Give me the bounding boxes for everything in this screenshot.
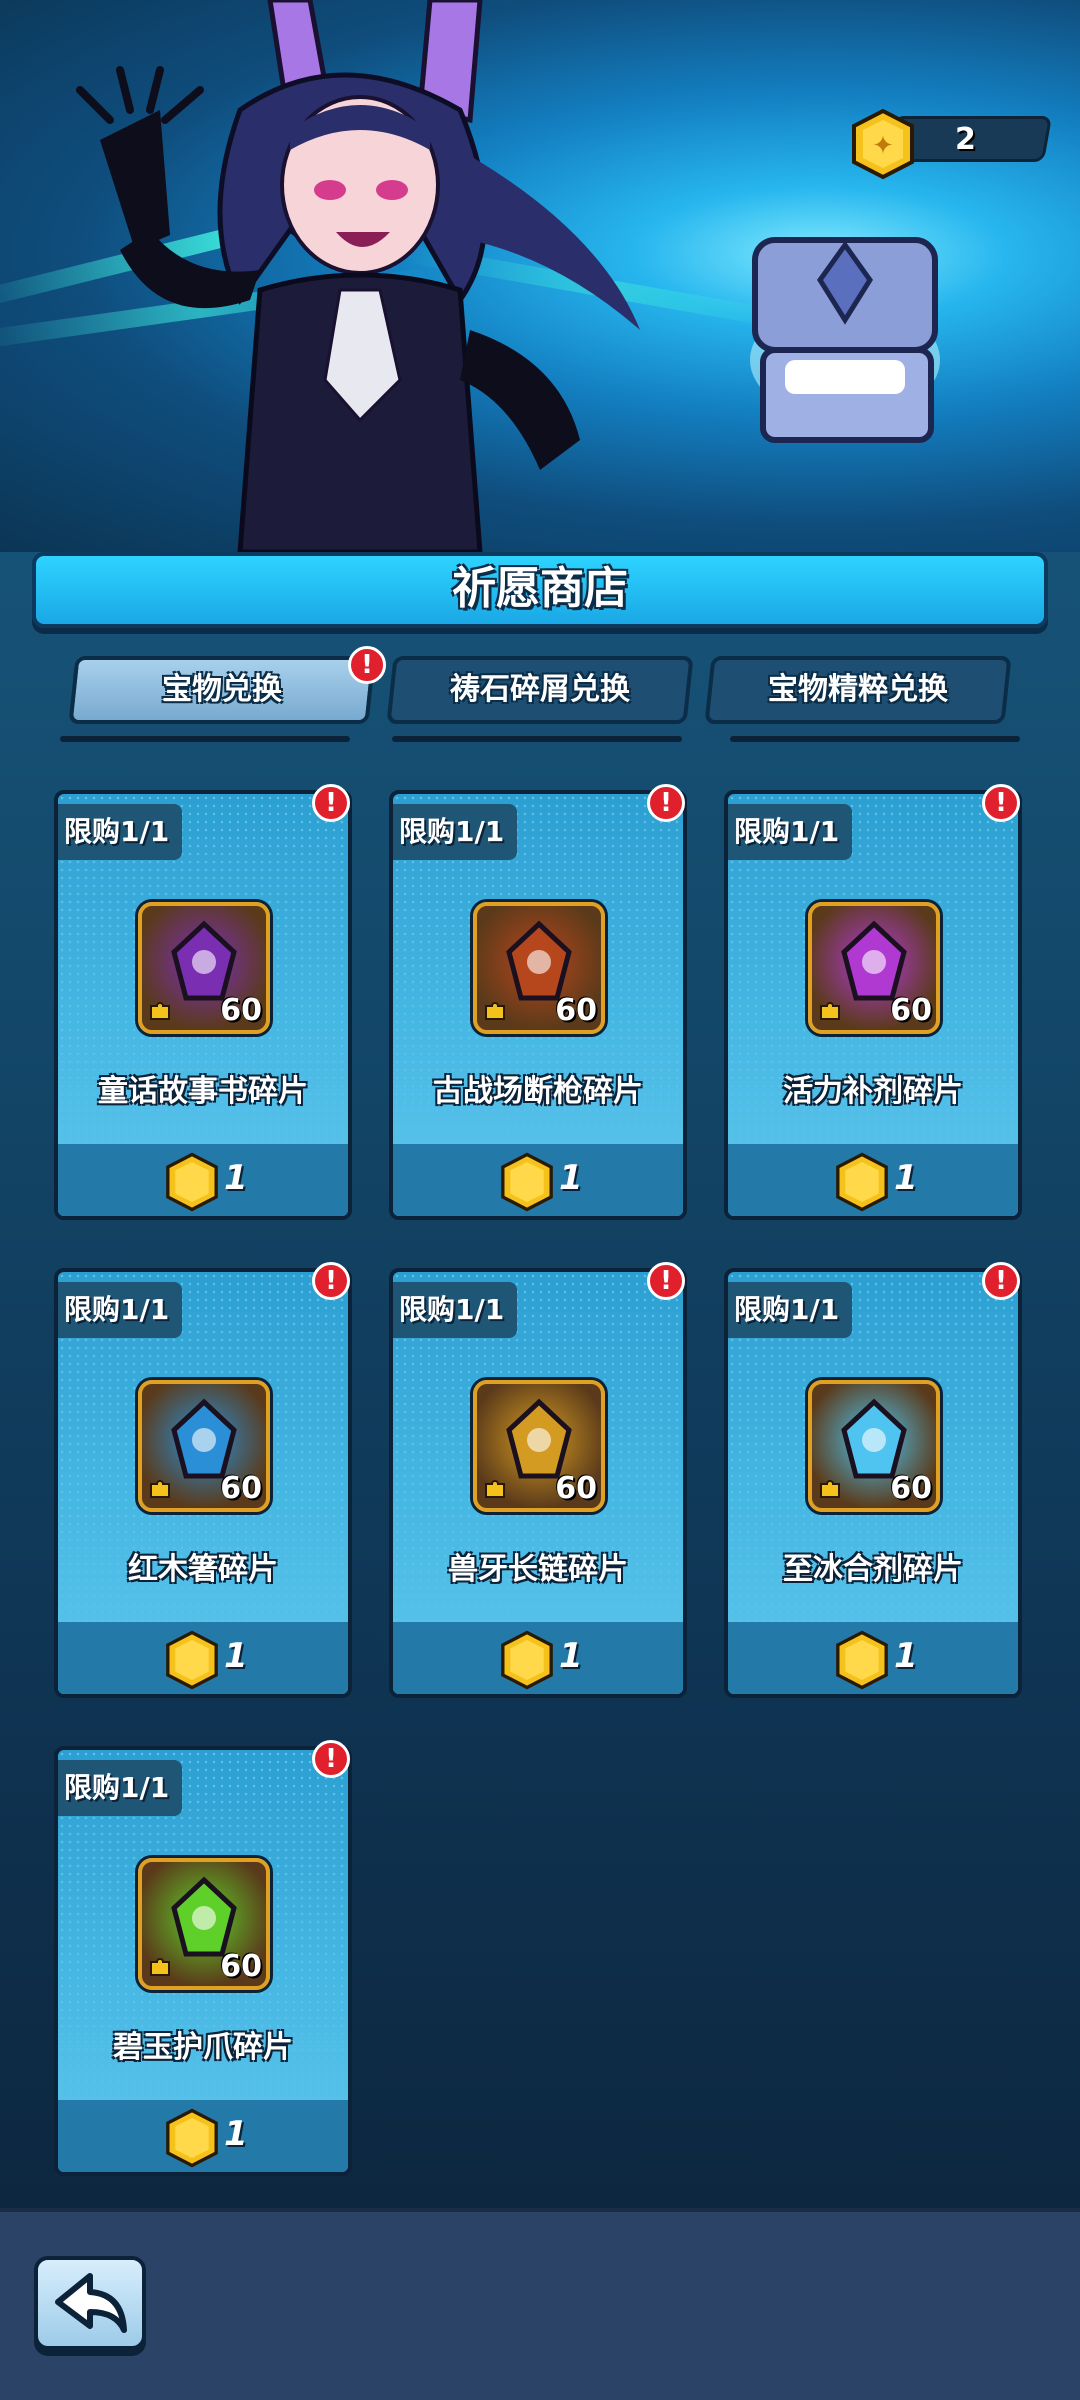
item-quantity: 60 [555,1471,597,1506]
gold-coin-icon [166,1152,218,1212]
gold-coin-icon: ✦ [852,108,914,180]
item-name: 兽牙长链碎片 [448,1552,628,1587]
notification-badge: ! [348,646,386,684]
item-price: 1 [894,1158,918,1198]
item-price: 1 [224,1158,248,1198]
item-card[interactable]: 限购1/1 60 古战场断枪碎片 1 [389,790,687,1220]
gold-coin-icon [501,1152,553,1212]
price-bar: 1 [393,1144,683,1216]
character-illustration [76,0,640,552]
price-bar: 1 [393,1622,683,1694]
purchase-limit: 限购1/1 [728,1282,852,1338]
item-name: 童话故事书碎片 [98,1074,308,1109]
tab-label: 祷石碎屑兑换 [450,672,630,707]
tab-label: 宝物兑换 [162,672,282,707]
item-price: 1 [559,1158,583,1198]
item-name: 至冰合剂碎片 [783,1552,963,1587]
item-name: 古战场断枪碎片 [433,1074,643,1109]
puzzle-piece-icon [485,1002,505,1020]
tab-treasure-exchange[interactable]: 宝物兑换 [68,656,376,724]
item-price: 1 [224,2114,248,2154]
price-bar: 1 [58,1622,348,1694]
page-title: 祈愿商店 [452,563,628,614]
item-card[interactable]: 限购1/1 60 活力补剂碎片 1 [724,790,1022,1220]
item-icon-frame: 60 [138,1380,270,1512]
tab-divider [60,736,350,742]
item-quantity: 60 [220,1949,262,1984]
item-price: 1 [224,1636,248,1676]
gold-coin-icon [166,2108,218,2168]
item-price: 1 [894,1636,918,1676]
bottom-bar [0,2208,1080,2400]
back-button[interactable] [34,2256,146,2350]
item-card[interactable]: 限购1/1 60 至冰合剂碎片 1 [724,1268,1022,1698]
hero-banner [0,0,1080,552]
purchase-limit: 限购1/1 [58,1760,182,1816]
puzzle-piece-icon [150,1002,170,1020]
item-quantity: 60 [555,993,597,1028]
purchase-limit: 限购1/1 [393,804,517,860]
price-bar: 1 [728,1144,1018,1216]
item-quantity: 60 [220,993,262,1028]
item-icon-frame: 60 [138,1858,270,1990]
price-bar: 1 [58,2100,348,2172]
purchase-limit: 限购1/1 [58,804,182,860]
tab-divider [730,736,1020,742]
item-icon-frame: 60 [808,1380,940,1512]
treasure-chest-icon [750,237,940,443]
currency-amount: 2 [955,122,976,157]
puzzle-piece-icon [150,1958,170,1976]
tab-treasure-essence-exchange[interactable]: 宝物精粹兑换 [704,656,1012,724]
item-name: 碧玉护爪碎片 [113,2030,293,2065]
gold-coin-icon [836,1630,888,1690]
item-card[interactable]: 限购1/1 60 兽牙长链碎片 1 [389,1268,687,1698]
purchase-limit: 限购1/1 [393,1282,517,1338]
item-icon-frame: 60 [473,902,605,1034]
purchase-limit: 限购1/1 [58,1282,182,1338]
item-quantity: 60 [890,1471,932,1506]
puzzle-piece-icon [820,1002,840,1020]
item-quantity: 60 [890,993,932,1028]
back-arrow-icon [55,2273,127,2333]
notification-badge: ! [312,784,350,822]
notification-badge: ! [982,784,1020,822]
gold-coin-icon [836,1152,888,1212]
shop-title-bar: 祈愿商店 [32,552,1048,628]
notification-badge: ! [312,1262,350,1300]
item-name: 红木箸碎片 [128,1552,278,1587]
puzzle-piece-icon [150,1480,170,1498]
item-icon-frame: 60 [473,1380,605,1512]
svg-text:✦: ✦ [872,131,894,161]
notification-badge: ! [647,784,685,822]
item-card[interactable]: 限购1/1 60 碧玉护爪碎片 1 [54,1746,352,2176]
item-price: 1 [559,1636,583,1676]
tab-divider [392,736,682,742]
gold-coin-icon [166,1630,218,1690]
tab-label: 宝物精粹兑换 [768,672,948,707]
item-icon-frame: 60 [808,902,940,1034]
item-name: 活力补剂碎片 [783,1074,963,1109]
item-card[interactable]: 限购1/1 60 童话故事书碎片 1 [54,790,352,1220]
puzzle-piece-icon [820,1480,840,1498]
item-quantity: 60 [220,1471,262,1506]
gold-coin-icon [501,1630,553,1690]
item-card[interactable]: 限购1/1 60 红木箸碎片 1 [54,1268,352,1698]
notification-badge: ! [312,1740,350,1778]
currency-display: 2 ✦ [850,108,1053,180]
purchase-limit: 限购1/1 [728,804,852,860]
price-bar: 1 [58,1144,348,1216]
item-icon-frame: 60 [138,902,270,1034]
notification-badge: ! [647,1262,685,1300]
puzzle-piece-icon [485,1480,505,1498]
tab-prayer-stone-exchange[interactable]: 祷石碎屑兑换 [386,656,694,724]
price-bar: 1 [728,1622,1018,1694]
notification-badge: ! [982,1262,1020,1300]
